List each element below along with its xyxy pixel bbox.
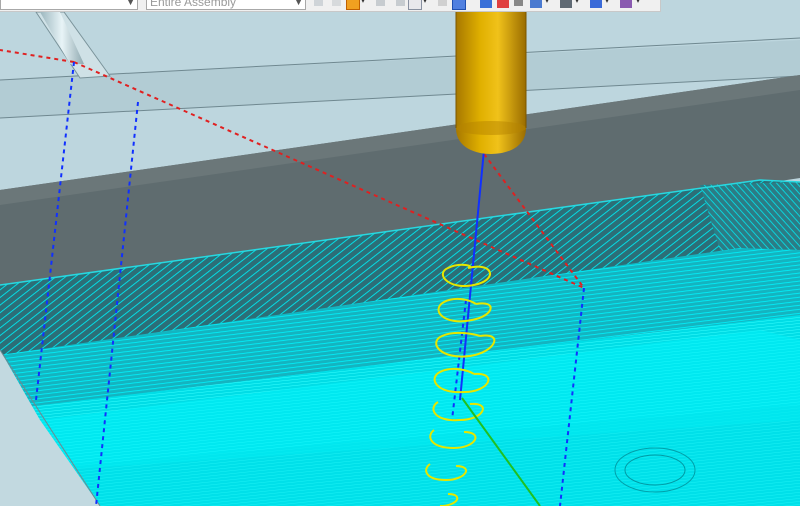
filter-combo[interactable]: ▼ <box>0 0 138 10</box>
display-icon[interactable] <box>590 0 602 8</box>
sphere-icon[interactable] <box>497 0 509 8</box>
layer-icon[interactable] <box>560 0 572 8</box>
chevron-down-icon: ▼ <box>126 0 135 7</box>
assembly-scope-combo[interactable]: Entire Assembly ▼ <box>146 0 306 10</box>
cube-icon[interactable] <box>452 0 466 10</box>
chevron-down-icon[interactable]: ▾ <box>575 0 579 5</box>
chevron-down-icon[interactable]: ▾ <box>361 0 365 5</box>
toolbar: ▼ Entire Assembly ▼ ▾ ▾ ▾ ▾ ▾ ▾ <box>0 0 661 12</box>
tool-icon[interactable] <box>376 0 385 6</box>
measure-icon[interactable] <box>620 0 632 8</box>
graphics-viewport[interactable] <box>0 0 800 506</box>
refresh-icon[interactable] <box>514 0 523 6</box>
component-icon[interactable] <box>438 0 447 6</box>
shaded-icon[interactable] <box>408 0 422 10</box>
view-icon[interactable] <box>396 0 405 6</box>
paste-icon[interactable] <box>346 0 360 10</box>
undo-icon[interactable] <box>314 0 323 6</box>
chevron-down-icon[interactable]: ▾ <box>605 0 609 5</box>
chevron-down-icon: ▼ <box>294 0 303 7</box>
filter-icon[interactable] <box>530 0 542 8</box>
assembly-scope-value: Entire Assembly <box>150 0 237 9</box>
chevron-down-icon[interactable]: ▾ <box>545 0 549 5</box>
generate-path-icon[interactable] <box>480 0 492 8</box>
cutting-tool <box>455 0 527 154</box>
chevron-down-icon[interactable]: ▾ <box>636 0 640 5</box>
chevron-down-icon[interactable]: ▾ <box>423 0 427 5</box>
redo-icon[interactable] <box>332 0 341 6</box>
